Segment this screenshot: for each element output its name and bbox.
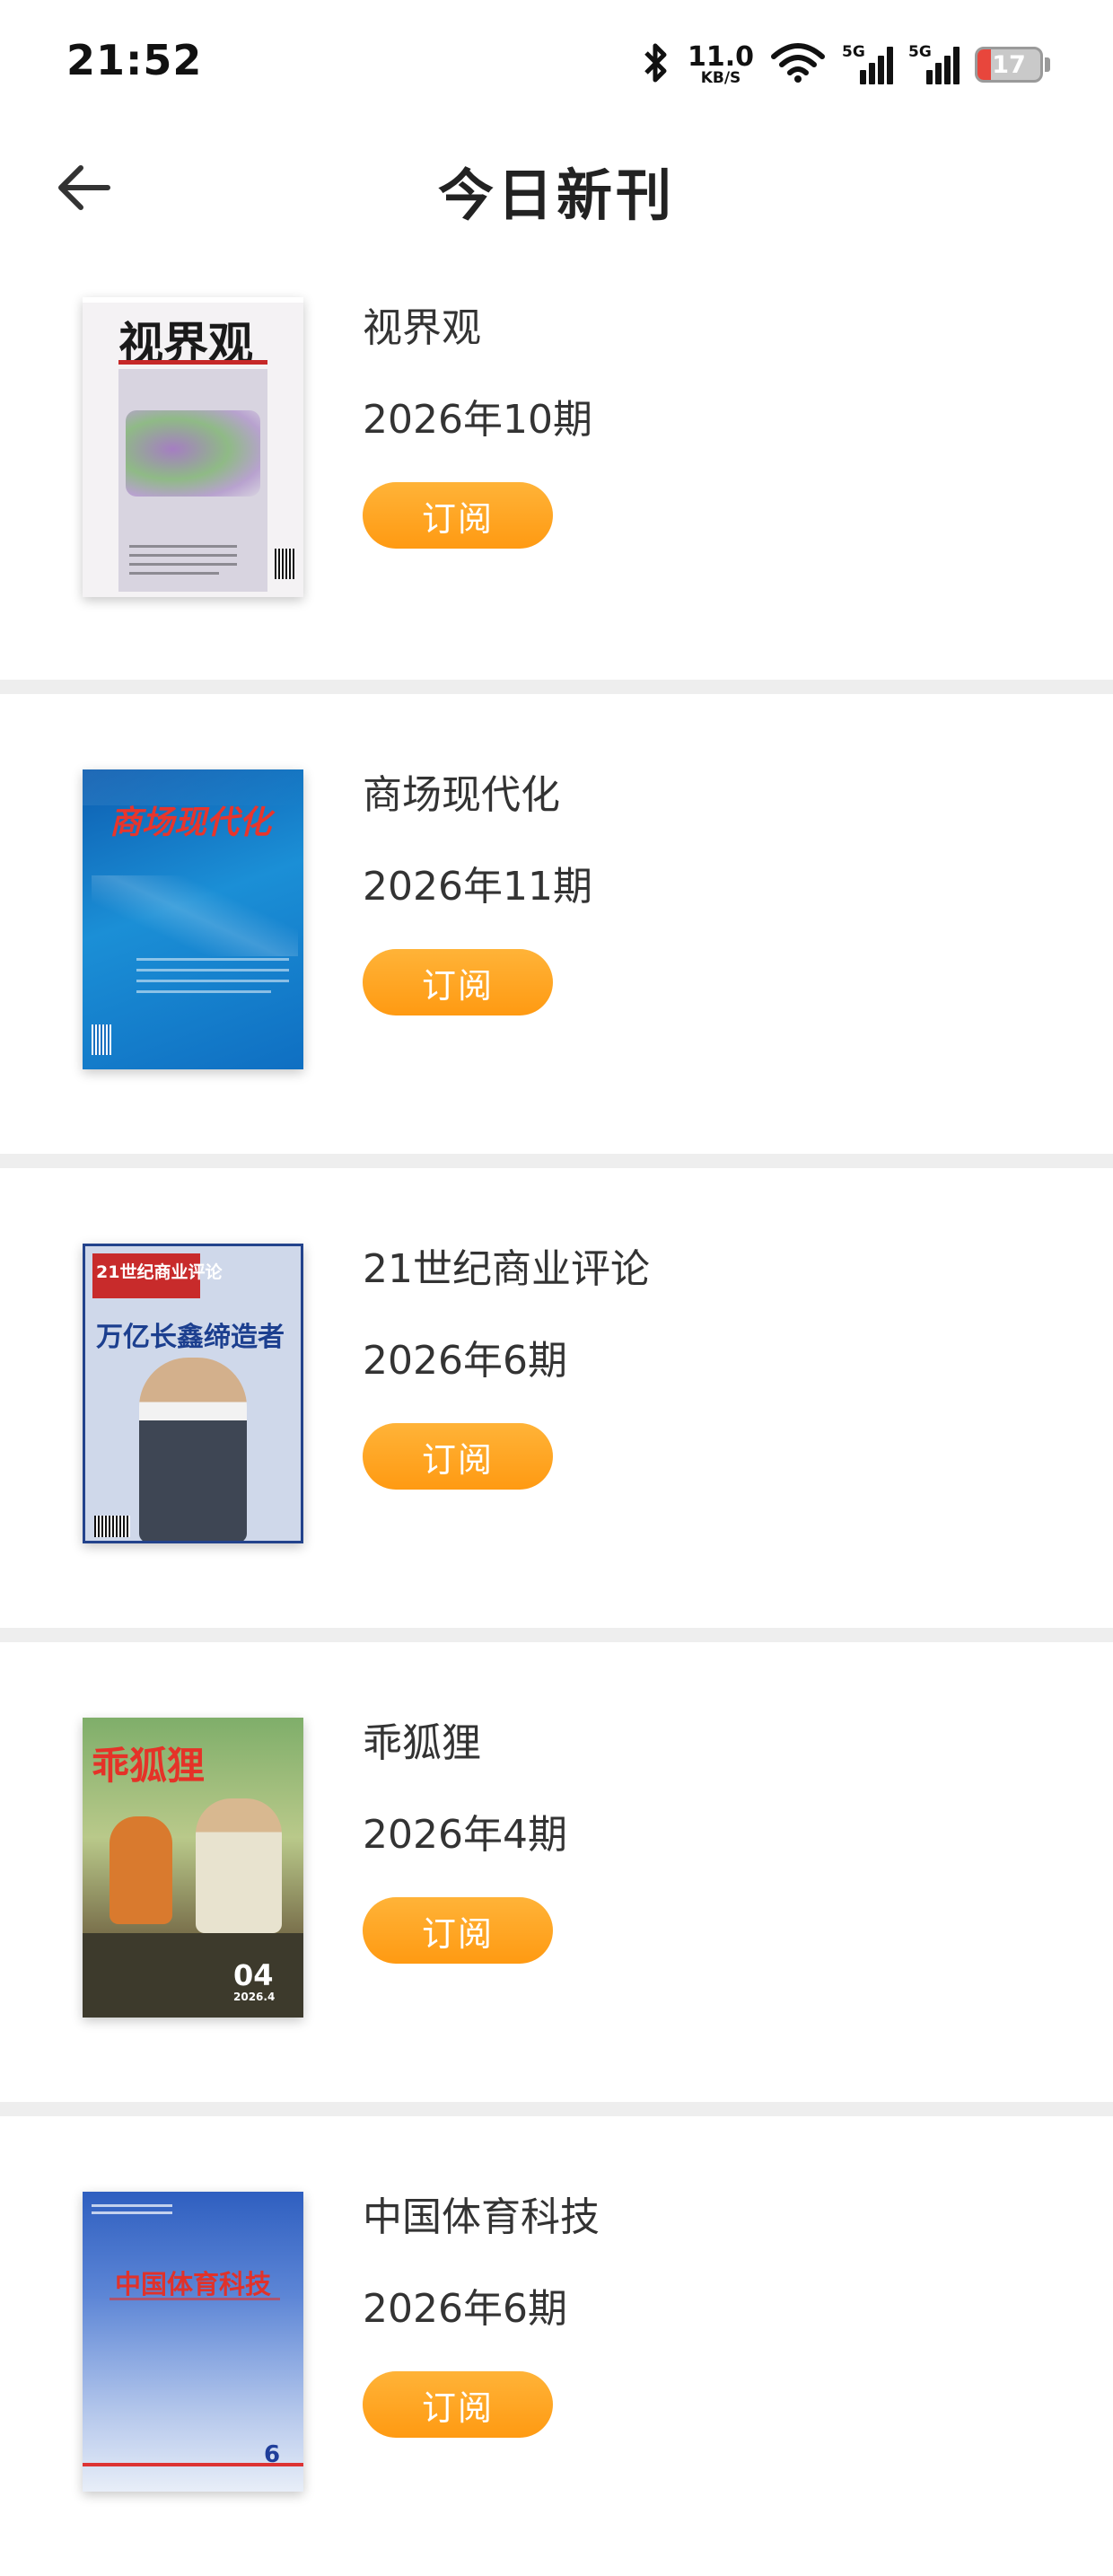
magazine-cover[interactable]: 21世纪商业评论 万亿长鑫缔造者	[83, 1244, 303, 1543]
cellular-signal-icon: 5G	[842, 43, 893, 86]
magazine-item[interactable]: 中国体育科技 6 中国体育科技 2026年6期 订阅	[0, 2116, 1113, 2576]
magazine-info: 中国体育科技 2026年6期 订阅	[363, 2185, 600, 2438]
cellular-signal-icon: 5G	[908, 43, 960, 86]
cover-headline: 万亿长鑫缔造者	[96, 1322, 285, 1353]
magazine-issue: 2026年6期	[363, 1338, 567, 1384]
cover-year: 2026.4	[233, 1991, 276, 2003]
network-speed-unit: KB/S	[700, 68, 741, 87]
status-time: 21:52	[66, 36, 203, 84]
subscribe-button[interactable]: 订阅	[363, 1423, 553, 1490]
cover-title: 商场现代化	[110, 804, 272, 841]
magazine-name: 21世纪商业评论	[363, 1246, 650, 1292]
magazine-item[interactable]: 21世纪商业评论 万亿长鑫缔造者 21世纪商业评论 2026年6期 订阅	[0, 1168, 1113, 1628]
magazine-item[interactable]: 乖狐狸 04 2026.4 乖狐狸 2026年4期 订阅	[0, 1642, 1113, 2102]
magazine-name: 中国体育科技	[363, 2194, 600, 2240]
magazine-info: 视界观 2026年10期 订阅	[363, 295, 592, 549]
magazine-item[interactable]: 视界观 视界观 2026年10期 订阅	[0, 265, 1113, 680]
battery-tip	[1045, 57, 1050, 72]
magazine-cover[interactable]: 中国体育科技 6	[83, 2192, 303, 2492]
magazine-info: 商场现代化 2026年11期 订阅	[363, 762, 592, 1015]
cover-title: 乖狐狸	[92, 1744, 206, 1788]
battery-icon: 17	[975, 47, 1043, 83]
magazine-cover[interactable]: 视界观	[83, 297, 303, 597]
battery-level: 17	[992, 51, 1026, 79]
magazine-issue: 2026年10期	[363, 397, 592, 443]
cover-issue-number: 6	[264, 2441, 281, 2468]
magazine-issue: 2026年11期	[363, 864, 592, 910]
cover-title: 21世纪商业评论	[96, 1262, 223, 1282]
network-speed: 11.0 KB/S	[687, 40, 754, 87]
status-bar: 21:52 11.0 KB/S 5G 5G 17	[0, 0, 1113, 130]
divider	[0, 1628, 1113, 1642]
wifi-icon	[770, 42, 826, 87]
subscribe-button[interactable]: 订阅	[363, 1897, 553, 1964]
magazine-cover[interactable]: 乖狐狸 04 2026.4	[83, 1718, 303, 2018]
status-icons: 11.0 KB/S 5G 5G 17	[641, 40, 1050, 90]
magazine-list: 视界观 视界观 2026年10期 订阅 商场现代化 商场现代化 2026年11期…	[0, 265, 1113, 2576]
magazine-name: 乖狐狸	[363, 1720, 481, 1766]
magazine-info: 乖狐狸 2026年4期 订阅	[363, 1710, 567, 1964]
page-title: 今日新刊	[437, 163, 675, 228]
magazine-name: 商场现代化	[363, 772, 560, 818]
magazine-name: 视界观	[363, 305, 481, 351]
divider	[0, 2102, 1113, 2116]
magazine-issue: 2026年6期	[363, 2286, 567, 2332]
subscribe-button[interactable]: 订阅	[363, 482, 553, 549]
cover-title: 中国体育科技	[115, 2269, 272, 2299]
magazine-info: 21世纪商业评论 2026年6期 订阅	[363, 1236, 650, 1490]
network-speed-value: 11.0	[687, 40, 754, 73]
app-header: 今日新刊	[0, 130, 1113, 265]
subscribe-button[interactable]: 订阅	[363, 2371, 553, 2438]
magazine-issue: 2026年4期	[363, 1812, 567, 1858]
magazine-cover[interactable]: 商场现代化	[83, 769, 303, 1069]
magazine-item[interactable]: 商场现代化 商场现代化 2026年11期 订阅	[0, 694, 1113, 1154]
divider	[0, 1154, 1113, 1168]
cover-issue-number: 04	[233, 1958, 274, 1992]
subscribe-button[interactable]: 订阅	[363, 949, 553, 1015]
bluetooth-icon	[641, 42, 671, 87]
divider	[0, 680, 1113, 694]
